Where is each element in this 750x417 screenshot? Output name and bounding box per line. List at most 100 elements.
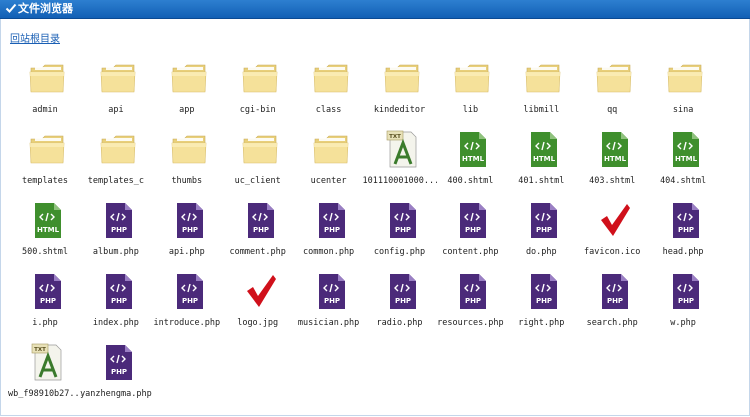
file-item[interactable]: admin <box>10 58 80 120</box>
file-item-label: 403.shtml <box>589 176 636 186</box>
html-file-icon: HTML <box>524 129 562 169</box>
file-item-label: 500.shtml <box>21 247 69 257</box>
php-file-icon: PHP <box>312 200 350 240</box>
file-item-label: ucenter <box>310 176 347 186</box>
file-item[interactable]: HTML 400.shtml <box>435 129 505 191</box>
file-item[interactable]: uc_client <box>223 129 293 191</box>
file-item[interactable]: PHP common.php <box>294 200 364 262</box>
svg-text:PHP: PHP <box>182 297 198 305</box>
svg-text:PHP: PHP <box>394 297 410 305</box>
file-item[interactable]: PHP config.php <box>365 200 435 262</box>
folder-icon <box>595 58 633 98</box>
file-item-label: i.php <box>32 318 58 328</box>
file-item[interactable]: class <box>294 58 364 120</box>
svg-text:PHP: PHP <box>324 297 340 305</box>
file-item[interactable]: HTML 500.shtml <box>10 200 80 262</box>
file-item-label: wb_f98910b27... <box>8 389 82 399</box>
file-item[interactable]: PHP do.php <box>506 200 576 262</box>
file-item[interactable]: api <box>81 58 151 120</box>
file-item-label: do.php <box>525 247 557 257</box>
file-item[interactable]: PHP resources.php <box>435 271 505 333</box>
file-item[interactable]: kindeditor <box>365 58 435 120</box>
file-item[interactable]: qq <box>577 58 647 120</box>
svg-text:PHP: PHP <box>253 226 269 234</box>
file-item[interactable]: TXT wb_f98910b27... <box>8 342 82 404</box>
html-file-icon: HTML <box>595 129 633 169</box>
php-file-icon: PHP <box>595 271 633 311</box>
folder-icon <box>312 129 350 169</box>
file-item[interactable]: lib <box>435 58 505 120</box>
svg-text:PHP: PHP <box>111 297 127 305</box>
file-item-label: comment.php <box>229 247 286 257</box>
php-file-icon: PHP <box>99 342 137 382</box>
file-item[interactable]: PHP api.php <box>152 200 222 262</box>
file-item-label: logo.jpg <box>237 318 279 328</box>
file-item[interactable]: PHP radio.php <box>365 271 435 333</box>
folder-icon <box>312 58 350 98</box>
file-item-label: musician.php <box>297 318 360 328</box>
folder-icon <box>28 58 66 98</box>
file-item[interactable]: PHP head.php <box>648 200 718 262</box>
folder-icon <box>383 58 421 98</box>
file-item-label: cgi-bin <box>239 105 276 115</box>
file-item[interactable]: templates <box>10 129 80 191</box>
php-file-icon: PHP <box>99 200 137 240</box>
svg-text:PHP: PHP <box>465 297 481 305</box>
file-item[interactable]: PHP w.php <box>648 271 718 333</box>
file-item[interactable]: sina <box>648 58 718 120</box>
file-item-label: kindeditor <box>373 105 426 115</box>
file-item[interactable]: TXT 101110001000... <box>362 129 437 191</box>
file-item[interactable]: libmill <box>506 58 576 120</box>
file-item-label: 101110001000... <box>362 176 437 186</box>
svg-text:PHP: PHP <box>394 226 410 234</box>
file-item-label: 400.shtml <box>447 176 494 186</box>
file-item[interactable]: favicon.ico <box>577 200 647 262</box>
php-file-icon: PHP <box>241 200 279 240</box>
file-item[interactable]: cgi-bin <box>223 58 293 120</box>
file-item[interactable]: PHP album.php <box>81 200 151 262</box>
text-file-icon: TXT <box>28 342 66 382</box>
file-item[interactable]: HTML 403.shtml <box>577 129 647 191</box>
folder-icon <box>170 129 208 169</box>
file-item[interactable]: HTML 404.shtml <box>648 129 718 191</box>
checkmark-image-icon <box>241 271 279 311</box>
file-item[interactable]: PHP content.php <box>435 200 505 262</box>
svg-text:PHP: PHP <box>678 226 694 234</box>
file-item-label: favicon.ico <box>584 247 641 257</box>
file-item[interactable]: ucenter <box>294 129 364 191</box>
file-item[interactable]: templates_c <box>81 129 151 191</box>
file-item-label: w.php <box>670 318 696 328</box>
file-item[interactable]: PHP comment.php <box>223 200 293 262</box>
file-item-label: introduce.php <box>153 318 221 328</box>
folder-icon <box>241 129 279 169</box>
file-item-label: config.php <box>373 247 426 257</box>
checkmark-image-icon <box>595 200 633 240</box>
folder-icon <box>99 129 137 169</box>
svg-text:PHP: PHP <box>678 297 694 305</box>
file-item[interactable]: PHP right.php <box>506 271 576 333</box>
php-file-icon: PHP <box>170 271 208 311</box>
file-item[interactable]: PHP index.php <box>81 271 151 333</box>
file-item[interactable]: app <box>152 58 222 120</box>
file-item-label: yanzhengma.php <box>80 389 152 399</box>
file-item[interactable]: PHP search.php <box>577 271 647 333</box>
folder-icon <box>241 58 279 98</box>
file-item[interactable]: PHP introduce.php <box>152 271 222 333</box>
file-item-label: uc_client <box>234 176 281 186</box>
file-item-label: admin <box>32 105 58 115</box>
file-item-label: libmill <box>523 105 560 115</box>
file-item-label: search.php <box>586 318 638 328</box>
folder-icon <box>666 58 704 98</box>
file-item[interactable]: HTML 401.shtml <box>506 129 576 191</box>
file-item-label: radio.php <box>376 318 423 328</box>
file-item[interactable]: thumbs <box>152 129 222 191</box>
php-file-icon: PHP <box>666 271 704 311</box>
file-item[interactable]: PHP musician.php <box>294 271 364 333</box>
file-item[interactable]: PHP i.php <box>10 271 80 333</box>
php-file-icon: PHP <box>170 200 208 240</box>
file-item-label: sina <box>672 105 694 115</box>
file-item-label: class <box>315 105 342 115</box>
file-item[interactable]: PHP yanzhengma.php <box>80 342 152 404</box>
file-item[interactable]: logo.jpg <box>223 271 293 333</box>
php-file-icon: PHP <box>524 200 562 240</box>
